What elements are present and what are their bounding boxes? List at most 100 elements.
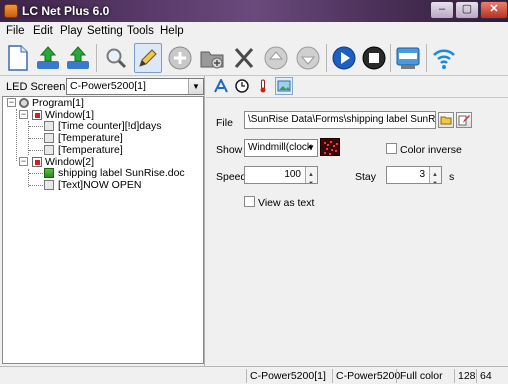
instant-message-icon bbox=[396, 47, 420, 69]
tree-connector bbox=[29, 150, 43, 151]
document-icon bbox=[44, 168, 54, 178]
menu-tools[interactable]: Tools bbox=[127, 25, 154, 37]
folder-open-icon bbox=[440, 116, 452, 125]
temperature-icon bbox=[44, 133, 54, 143]
led-screen-select[interactable]: C-Power5200[1] ▼ bbox=[66, 78, 204, 95]
tree-connector bbox=[29, 126, 43, 127]
tree-item[interactable]: [Text]NOW OPEN bbox=[58, 179, 141, 191]
close-button[interactable]: ✕ bbox=[480, 1, 508, 19]
tree-item[interactable]: [Temperature] bbox=[58, 144, 123, 156]
tree-connector bbox=[29, 173, 43, 174]
menu-setting[interactable]: Setting bbox=[87, 25, 123, 37]
window-title: LC Net Plus 6.0 bbox=[22, 4, 110, 18]
expand-program-toggle[interactable]: − bbox=[7, 98, 16, 107]
file-path-field[interactable]: \SunRise Data\Forms\shipping label SunRi… bbox=[244, 111, 436, 129]
move-up-button[interactable] bbox=[262, 43, 290, 73]
toolbar-separator bbox=[426, 44, 427, 72]
minimize-button[interactable]: – bbox=[430, 1, 454, 19]
download-button[interactable] bbox=[64, 43, 92, 73]
tree-connector bbox=[16, 109, 17, 161]
stay-label: Stay bbox=[355, 171, 377, 183]
panel-divider bbox=[206, 97, 508, 98]
tab-text[interactable] bbox=[212, 77, 230, 95]
tree-program[interactable]: Program[1] bbox=[32, 97, 84, 109]
show-label: Show bbox=[216, 144, 243, 156]
color-inverse-checkbox[interactable] bbox=[386, 143, 397, 154]
arrow-up-icon bbox=[264, 46, 288, 70]
edit-button[interactable] bbox=[134, 43, 162, 73]
tab-image[interactable] bbox=[275, 77, 293, 95]
show-effect-value: Windmill(clock bbox=[248, 142, 312, 153]
speed-label: Speed bbox=[216, 171, 247, 183]
open-file-button[interactable] bbox=[438, 112, 454, 128]
view-as-text-checkbox[interactable] bbox=[244, 196, 255, 207]
toolbar-separator bbox=[390, 44, 391, 72]
status-screen: C-Power5200[1] bbox=[246, 369, 332, 383]
status-width: 128 bbox=[454, 369, 476, 383]
thermometer-icon bbox=[260, 79, 266, 93]
stop-icon bbox=[362, 46, 386, 70]
window-icon bbox=[32, 110, 42, 120]
status-controller: C-Power5200 bbox=[332, 369, 400, 383]
clock-icon bbox=[235, 79, 249, 93]
status-bar: C-Power5200[1] C-Power5200 Full color 12… bbox=[0, 366, 508, 384]
text-a-icon bbox=[214, 79, 228, 93]
toolbar-separator bbox=[96, 44, 97, 72]
led-screen-label: LED Screen bbox=[6, 81, 66, 93]
program-icon bbox=[19, 98, 29, 108]
tab-temperature[interactable] bbox=[254, 77, 272, 95]
speed-input[interactable]: 100 bbox=[244, 166, 318, 184]
speed-spinner[interactable] bbox=[305, 167, 317, 183]
tree-item[interactable]: [Temperature] bbox=[58, 132, 123, 144]
color-inverse-label: Color inverse bbox=[400, 144, 462, 156]
status-height: 64 bbox=[476, 369, 508, 383]
stay-unit: s bbox=[449, 171, 455, 183]
move-down-button[interactable] bbox=[294, 43, 322, 73]
image-icon bbox=[277, 80, 291, 92]
expand-window1-toggle[interactable]: − bbox=[19, 110, 28, 119]
menu-edit[interactable]: Edit bbox=[33, 25, 53, 37]
chevron-down-icon[interactable]: ▼ bbox=[188, 79, 203, 94]
play-button[interactable] bbox=[330, 43, 358, 73]
maximize-button[interactable]: ▢ bbox=[455, 1, 479, 19]
preview-button[interactable] bbox=[102, 43, 130, 73]
add-folder-button[interactable] bbox=[198, 43, 226, 73]
menu-play[interactable]: Play bbox=[60, 25, 82, 37]
add-button[interactable] bbox=[166, 43, 194, 73]
window-icon bbox=[32, 157, 42, 167]
edit-file-button[interactable] bbox=[456, 112, 472, 128]
stay-input[interactable]: 3 bbox=[386, 166, 442, 184]
toolbar-separator bbox=[326, 44, 327, 72]
speed-value: 100 bbox=[284, 169, 301, 180]
menu-bar: File Edit Play Setting Tools Help bbox=[0, 22, 508, 40]
stay-value: 3 bbox=[419, 169, 425, 180]
tree-item[interactable]: [Time counter][!d]days bbox=[58, 120, 162, 132]
view-as-text-label: View as text bbox=[258, 197, 315, 209]
effect-preview bbox=[320, 138, 340, 156]
instant-message-button[interactable] bbox=[394, 43, 422, 73]
tab-clock[interactable] bbox=[233, 77, 251, 95]
menu-help[interactable]: Help bbox=[160, 25, 184, 37]
new-file-button[interactable] bbox=[4, 43, 32, 73]
tree-connector bbox=[29, 185, 43, 186]
upload-button[interactable] bbox=[34, 43, 62, 73]
app-icon bbox=[4, 4, 18, 18]
stop-button[interactable] bbox=[360, 43, 388, 73]
arrow-down-icon bbox=[296, 46, 320, 70]
add-icon bbox=[168, 46, 192, 70]
tree-item[interactable]: shipping label SunRise.doc bbox=[58, 167, 185, 179]
magnifier-icon bbox=[106, 48, 127, 69]
download-icon bbox=[67, 46, 89, 69]
expand-window2-toggle[interactable]: − bbox=[19, 157, 28, 166]
wireless-button[interactable] bbox=[430, 43, 458, 73]
upload-icon bbox=[37, 46, 59, 69]
status-color-mode: Full color bbox=[396, 369, 454, 383]
scissors-icon bbox=[234, 48, 254, 68]
chevron-down-icon[interactable]: ▼ bbox=[307, 140, 315, 156]
tree-connector bbox=[29, 138, 43, 139]
show-effect-select[interactable]: Windmill(clock ▼ bbox=[244, 139, 318, 157]
stay-spinner[interactable] bbox=[429, 167, 441, 183]
cut-button[interactable] bbox=[230, 43, 258, 73]
led-screen-value: C-Power5200[1] bbox=[70, 80, 146, 92]
menu-file[interactable]: File bbox=[6, 25, 25, 37]
